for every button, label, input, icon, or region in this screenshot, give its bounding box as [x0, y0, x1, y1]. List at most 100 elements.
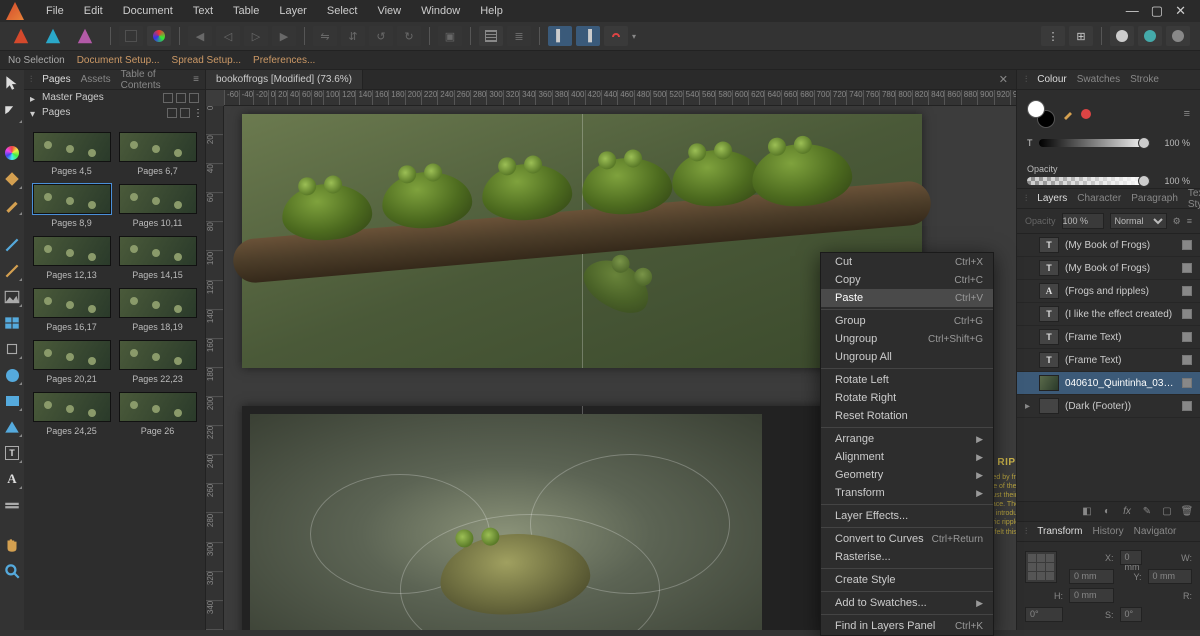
menu-select[interactable]: Select — [317, 0, 368, 22]
tab-navigator[interactable]: Navigator — [1134, 526, 1177, 537]
tab-toc[interactable]: Table of Contents — [121, 69, 184, 91]
opacity-slider[interactable]: 100 % — [1027, 176, 1190, 186]
document-setup-link[interactable]: Document Setup... — [77, 55, 160, 66]
pen-tool[interactable] — [3, 196, 21, 214]
r-field[interactable]: 0° — [1025, 607, 1063, 622]
cm-paste[interactable]: PasteCtrl+V — [821, 289, 993, 307]
persona-photo[interactable] — [72, 25, 98, 47]
colour-wells[interactable] — [1027, 100, 1055, 128]
tab-swatches[interactable]: Swatches — [1077, 74, 1120, 85]
ellipse-tool[interactable] — [3, 366, 21, 384]
artistic-text-tool[interactable]: T — [3, 444, 21, 462]
page-thumbnails[interactable]: Pages 4,5Pages 6,7Pages 8,9Pages 10,11Pa… — [24, 120, 205, 630]
pencil-tool[interactable] — [3, 236, 21, 254]
page-thumb[interactable] — [33, 236, 111, 266]
move-front-button[interactable]: ▶ — [272, 26, 296, 46]
preflight-button[interactable] — [147, 26, 171, 46]
x-field[interactable]: 0 mm — [1120, 550, 1142, 565]
triangle-tool[interactable] — [3, 418, 21, 436]
adjustment-layer-button[interactable]: ◐ — [1100, 505, 1114, 519]
tint-slider[interactable]: T 100 % — [1027, 138, 1190, 148]
rotate-cw-button[interactable]: ↻ — [397, 26, 421, 46]
stock-button[interactable] — [1138, 26, 1162, 46]
crop-tool[interactable] — [3, 340, 21, 358]
cm-reset-rotation[interactable]: Reset Rotation — [821, 407, 993, 425]
menu-help[interactable]: Help — [470, 0, 513, 22]
tab-layers[interactable]: Layers — [1037, 193, 1067, 204]
cm-rotate-left[interactable]: Rotate Left — [821, 371, 993, 389]
h-field[interactable]: 0 mm — [1069, 588, 1114, 603]
cm-rasterise-[interactable]: Rasterise... — [821, 548, 993, 566]
flip-v-button[interactable]: ⇵ — [341, 26, 365, 46]
horizontal-ruler[interactable]: -60-40-200204060801001201401601802002202… — [224, 90, 1016, 106]
cm-geometry[interactable]: Geometry▶ — [821, 466, 993, 484]
view-split-button[interactable]: ⊞ — [1069, 26, 1093, 46]
master-pages-row[interactable]: ▸Master Pages — [24, 90, 205, 105]
page-thumb[interactable] — [119, 288, 197, 318]
help-button[interactable] — [1166, 26, 1190, 46]
page-thumb[interactable] — [33, 184, 111, 214]
tab-assets[interactable]: Assets — [81, 74, 111, 85]
layer-row[interactable]: T(My Book of Frogs) — [1017, 257, 1200, 280]
page-thumb[interactable] — [33, 392, 111, 422]
eyedropper-icon[interactable] — [1061, 107, 1075, 121]
cm-rotate-right[interactable]: Rotate Right — [821, 389, 993, 407]
cm-ungroup-all[interactable]: Ungroup All — [821, 348, 993, 366]
recent-colour[interactable] — [1081, 109, 1091, 119]
panel-menu-icon[interactable]: ≡ — [193, 74, 199, 85]
blend-mode-select[interactable]: Normal — [1110, 213, 1167, 229]
brush-tool[interactable] — [3, 262, 21, 280]
group-button[interactable]: ▣ — [438, 26, 462, 46]
style-picker-tool[interactable] — [3, 144, 21, 162]
flip-h-button[interactable]: ⇋ — [313, 26, 337, 46]
callout-tool[interactable] — [3, 496, 21, 514]
s-field[interactable]: 0° — [1120, 607, 1142, 622]
pages-row[interactable]: ▾Pages ⋮ — [24, 105, 205, 120]
fx-button[interactable]: fx — [1120, 505, 1134, 519]
hand-tool[interactable] — [3, 536, 21, 554]
document-tab[interactable]: bookoffrogs [Modified] (73.6%) — [206, 70, 363, 89]
menu-text[interactable]: Text — [183, 0, 223, 22]
anchor-selector[interactable] — [1025, 551, 1057, 583]
zoom-tool[interactable] — [3, 562, 21, 580]
image-frame-tool[interactable] — [3, 288, 21, 306]
cm-create-style[interactable]: Create Style — [821, 571, 993, 589]
cm-layer-effects-[interactable]: Layer Effects... — [821, 507, 993, 525]
menu-view[interactable]: View — [367, 0, 411, 22]
view-mode-button[interactable]: ⋮ — [1041, 26, 1065, 46]
minimize-button[interactable]: — — [1126, 3, 1139, 19]
layer-row[interactable]: 040610_Quintinha_0342maptia (I... — [1017, 372, 1200, 395]
move-tool[interactable] — [3, 74, 21, 92]
tab-paragraph[interactable]: Paragraph — [1131, 193, 1178, 204]
menu-file[interactable]: File — [36, 0, 74, 22]
page-thumb[interactable] — [33, 340, 111, 370]
node-tool[interactable] — [3, 104, 21, 122]
layer-row[interactable]: T(I like the effect created) — [1017, 303, 1200, 326]
edit-layer-button[interactable]: ✎ — [1140, 505, 1154, 519]
w-field[interactable]: 0 mm — [1069, 569, 1114, 584]
tab-pages[interactable]: Pages — [42, 74, 70, 85]
cm-transform[interactable]: Transform▶ — [821, 484, 993, 502]
layer-row[interactable]: T(Frame Text) — [1017, 349, 1200, 372]
delete-layer-button[interactable]: 🗑 — [1180, 505, 1194, 519]
move-backward-button[interactable]: ◁ — [216, 26, 240, 46]
menu-layer[interactable]: Layer — [269, 0, 317, 22]
cm-ungroup[interactable]: UngroupCtrl+Shift+G — [821, 330, 993, 348]
baseline-grid-button[interactable] — [479, 26, 503, 46]
tab-character[interactable]: Character — [1077, 193, 1121, 204]
layer-opacity-input[interactable] — [1062, 213, 1104, 229]
page-thumb[interactable] — [119, 184, 197, 214]
mask-layer-button[interactable]: ◧ — [1080, 505, 1094, 519]
cm-add-to-swatches-[interactable]: Add to Swatches...▶ — [821, 594, 993, 612]
paint-bucket-tool[interactable] — [3, 170, 21, 188]
move-forward-button[interactable]: ▷ — [244, 26, 268, 46]
page-thumb[interactable] — [119, 340, 197, 370]
tab-transform[interactable]: Transform — [1037, 526, 1082, 537]
tab-history[interactable]: History — [1092, 526, 1123, 537]
spread-setup-link[interactable]: Spread Setup... — [172, 55, 242, 66]
cm-find-in-layers-panel[interactable]: Find in Layers PanelCtrl+K — [821, 617, 993, 635]
page-thumb[interactable] — [33, 288, 111, 318]
align-center-button[interactable]: ▐ — [576, 26, 600, 46]
rotate-ccw-button[interactable]: ↺ — [369, 26, 393, 46]
layer-row[interactable]: A(Frogs and ripples) — [1017, 280, 1200, 303]
